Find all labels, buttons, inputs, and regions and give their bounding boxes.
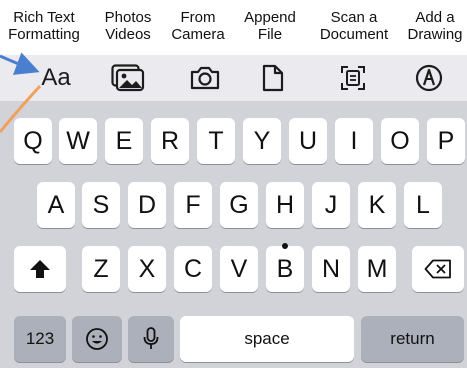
key-k[interactable]: K xyxy=(358,182,396,228)
key-i[interactable]: I xyxy=(335,118,373,164)
key-y[interactable]: Y xyxy=(243,118,281,164)
photo-icon xyxy=(111,64,145,92)
emoji-key[interactable] xyxy=(72,316,122,362)
key-x[interactable]: X xyxy=(128,246,166,292)
keyboard: Aa Q W E R T Y U I O P A S D F G H J K L… xyxy=(0,55,467,368)
key-b[interactable]: B xyxy=(266,246,304,292)
camera-button[interactable] xyxy=(181,61,229,95)
key-q[interactable]: Q xyxy=(14,118,52,164)
key-l[interactable]: L xyxy=(404,182,442,228)
space-key[interactable]: space xyxy=(180,316,354,362)
drawing-button[interactable] xyxy=(405,61,453,95)
camera-icon xyxy=(190,66,220,90)
key-j[interactable]: J xyxy=(312,182,350,228)
microphone-icon xyxy=(143,327,159,349)
shift-key[interactable] xyxy=(14,246,66,292)
text-format-button[interactable]: Aa xyxy=(32,61,80,95)
numbers-key[interactable]: 123 xyxy=(14,316,66,362)
keyboard-toolbar: Aa xyxy=(0,55,467,101)
drawing-icon xyxy=(415,64,443,92)
photos-button[interactable] xyxy=(104,61,152,95)
scan-document-icon xyxy=(341,66,365,90)
key-r[interactable]: R xyxy=(151,118,189,164)
append-file-button[interactable] xyxy=(249,61,297,95)
emoji-icon xyxy=(86,328,108,350)
key-s[interactable]: S xyxy=(82,182,120,228)
key-z[interactable]: Z xyxy=(82,246,120,292)
file-icon xyxy=(262,64,284,92)
label-from-camera: From Camera xyxy=(171,9,225,43)
label-append-file: Append File xyxy=(244,9,296,43)
return-key[interactable]: return xyxy=(361,316,464,362)
label-add-drawing: Add a Drawing xyxy=(407,9,463,43)
key-t[interactable]: T xyxy=(197,118,235,164)
scan-document-button[interactable] xyxy=(329,61,377,95)
key-p[interactable]: P xyxy=(427,118,465,164)
label-scan-document: Scan a Document xyxy=(319,9,389,43)
key-w[interactable]: W xyxy=(59,118,97,164)
key-c[interactable]: C xyxy=(174,246,212,292)
delete-icon xyxy=(424,259,451,279)
annotation-labels: Rich Text Formatting Photos Videos From Cam… xyxy=(0,0,467,56)
key-a[interactable]: A xyxy=(37,182,75,228)
key-g[interactable]: G xyxy=(220,182,258,228)
key-dot-indicator xyxy=(282,243,288,249)
key-h[interactable]: H xyxy=(266,182,304,228)
key-o[interactable]: O xyxy=(381,118,419,164)
shift-icon xyxy=(30,260,50,278)
key-n[interactable]: N xyxy=(312,246,350,292)
delete-key[interactable] xyxy=(412,246,464,292)
key-e[interactable]: E xyxy=(105,118,143,164)
key-m[interactable]: M xyxy=(358,246,396,292)
dictation-key[interactable] xyxy=(128,316,174,362)
key-v[interactable]: V xyxy=(220,246,258,292)
key-u[interactable]: U xyxy=(289,118,327,164)
label-rich-text: Rich Text Formatting xyxy=(8,9,80,43)
label-photos-videos: Photos Videos xyxy=(104,9,152,43)
text-format-icon: Aa xyxy=(41,64,71,91)
key-f[interactable]: F xyxy=(174,182,212,228)
key-d[interactable]: D xyxy=(128,182,166,228)
